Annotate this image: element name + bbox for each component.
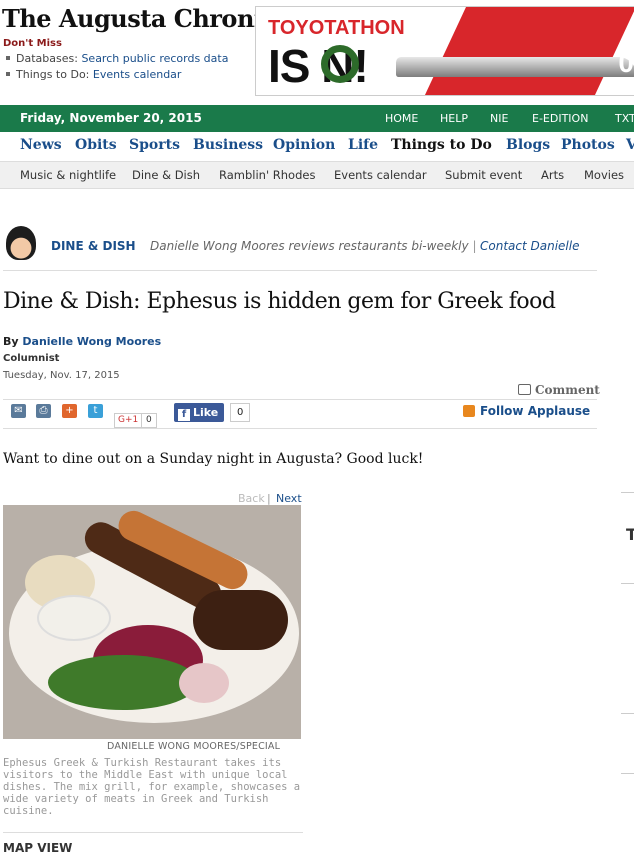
advertisement-banner[interactable]: TOYOTATHON IS N! 0 [255, 6, 634, 96]
nav-things-to-do[interactable]: Things to Do [391, 137, 492, 153]
ad-headline: TOYOTATHON [268, 17, 405, 39]
sidebar-border [621, 583, 634, 584]
facebook-like-button[interactable]: f Like [174, 403, 224, 422]
bullet-icon [6, 56, 10, 60]
current-date: Friday, November 20, 2015 [20, 111, 202, 125]
nav-videos[interactable]: V [626, 137, 634, 153]
sidebar-border [621, 713, 634, 714]
nav-sports[interactable]: Sports [129, 137, 180, 153]
article-photo[interactable] [3, 505, 301, 739]
dont-miss-label: Don't Miss [3, 38, 62, 49]
comment-icon [518, 384, 531, 395]
nav-blogs[interactable]: Blogs [506, 137, 550, 153]
radish [179, 663, 229, 703]
nav-obits[interactable]: Obits [75, 137, 117, 153]
divider [3, 428, 597, 429]
google-plus-button[interactable]: G+1 [114, 413, 143, 428]
gallery-back-button[interactable]: Back [238, 492, 265, 505]
nav-business[interactable]: Business [193, 137, 263, 153]
google-plus-count: 0 [141, 413, 157, 428]
subnav-events-calendar[interactable]: Events calendar [334, 168, 427, 182]
print-icon[interactable]: ⎙ [36, 404, 51, 418]
grilled-meat [193, 590, 288, 650]
rss-icon [463, 405, 475, 417]
subnav-submit-event[interactable]: Submit event [445, 168, 522, 182]
twitter-icon[interactable]: t [88, 404, 103, 418]
car-image [396, 57, 634, 77]
contact-link[interactable]: Contact Danielle [480, 239, 579, 253]
sidebar-border [621, 492, 634, 493]
dont-miss-link[interactable]: Search public records data [81, 52, 228, 65]
e-edition-link[interactable]: E-EDITION [532, 112, 588, 125]
top-utility-bar: Friday, November 20, 2015 HOME HELP NIE … [0, 105, 634, 132]
facebook-like-count: 0 [230, 403, 251, 422]
author-role: Columnist [3, 353, 60, 364]
divider [3, 270, 597, 271]
subnav-ramblin-rhodes[interactable]: Ramblin' Rhodes [219, 168, 315, 182]
publish-date: Tuesday, Nov. 17, 2015 [3, 370, 120, 381]
txt-link[interactable]: TXT [615, 112, 634, 125]
photo-credit: DANIELLE WONG MOORES/SPECIAL [107, 741, 281, 752]
nav-news[interactable]: News [20, 137, 62, 153]
subnav-movies[interactable]: Movies [584, 168, 624, 182]
lettuce [48, 655, 198, 710]
facebook-icon: f [178, 409, 190, 421]
ad-number: 0 [618, 47, 634, 78]
plus-icon[interactable]: + [62, 404, 77, 418]
sidebar-border [621, 773, 634, 774]
byline: By Danielle Wong Moores [3, 335, 162, 348]
map-view-heading: MAP VIEW [3, 841, 73, 855]
email-icon[interactable]: ✉ [11, 404, 26, 418]
sub-nav: Music & nightlife Dine & Dish Ramblin' R… [0, 161, 634, 189]
article-headline: Dine & Dish: Ephesus is hidden gem for G… [3, 289, 556, 314]
dont-miss-link[interactable]: Events calendar [93, 68, 182, 81]
dont-miss-item: Databases: Search public records data [4, 52, 228, 65]
column-description: Danielle Wong Moores reviews restaurants… [150, 239, 477, 253]
nav-opinion[interactable]: Opinion [273, 137, 335, 153]
ad-red-panel [424, 7, 634, 95]
column-name[interactable]: DINE & DISH [51, 239, 136, 253]
home-link[interactable]: HOME [385, 112, 418, 125]
nie-link[interactable]: NIE [490, 112, 508, 125]
main-nav: News Obits Sports Business Opinion Life … [0, 133, 634, 159]
subnav-arts[interactable]: Arts [541, 168, 564, 182]
article-lead: Want to dine out on a Sunday night in Au… [3, 451, 424, 467]
help-link[interactable]: HELP [440, 112, 468, 125]
wreath-icon [321, 45, 359, 83]
subnav-music-nightlife[interactable]: Music & nightlife [20, 168, 116, 182]
sauce-cup [37, 595, 111, 641]
subnav-dine-dish[interactable]: Dine & Dish [132, 168, 200, 182]
divider [3, 832, 303, 833]
gallery-next-button[interactable]: Next [276, 492, 302, 505]
nav-photos[interactable]: Photos [561, 137, 615, 153]
comment-link[interactable]: Comment [518, 383, 600, 397]
sidebar-heading: T [626, 525, 634, 544]
gallery-separator: | [267, 492, 271, 505]
author-link[interactable]: Danielle Wong Moores [22, 335, 161, 348]
nav-life[interactable]: Life [348, 137, 378, 153]
bullet-icon [6, 72, 10, 76]
columnist-avatar [6, 226, 36, 260]
photo-caption: Ephesus Greek & Turkish Restaurant takes… [3, 757, 301, 817]
dont-miss-item: Things to Do: Events calendar [4, 68, 181, 81]
divider [3, 399, 597, 400]
follow-applause-link[interactable]: Follow Applause [463, 404, 590, 418]
